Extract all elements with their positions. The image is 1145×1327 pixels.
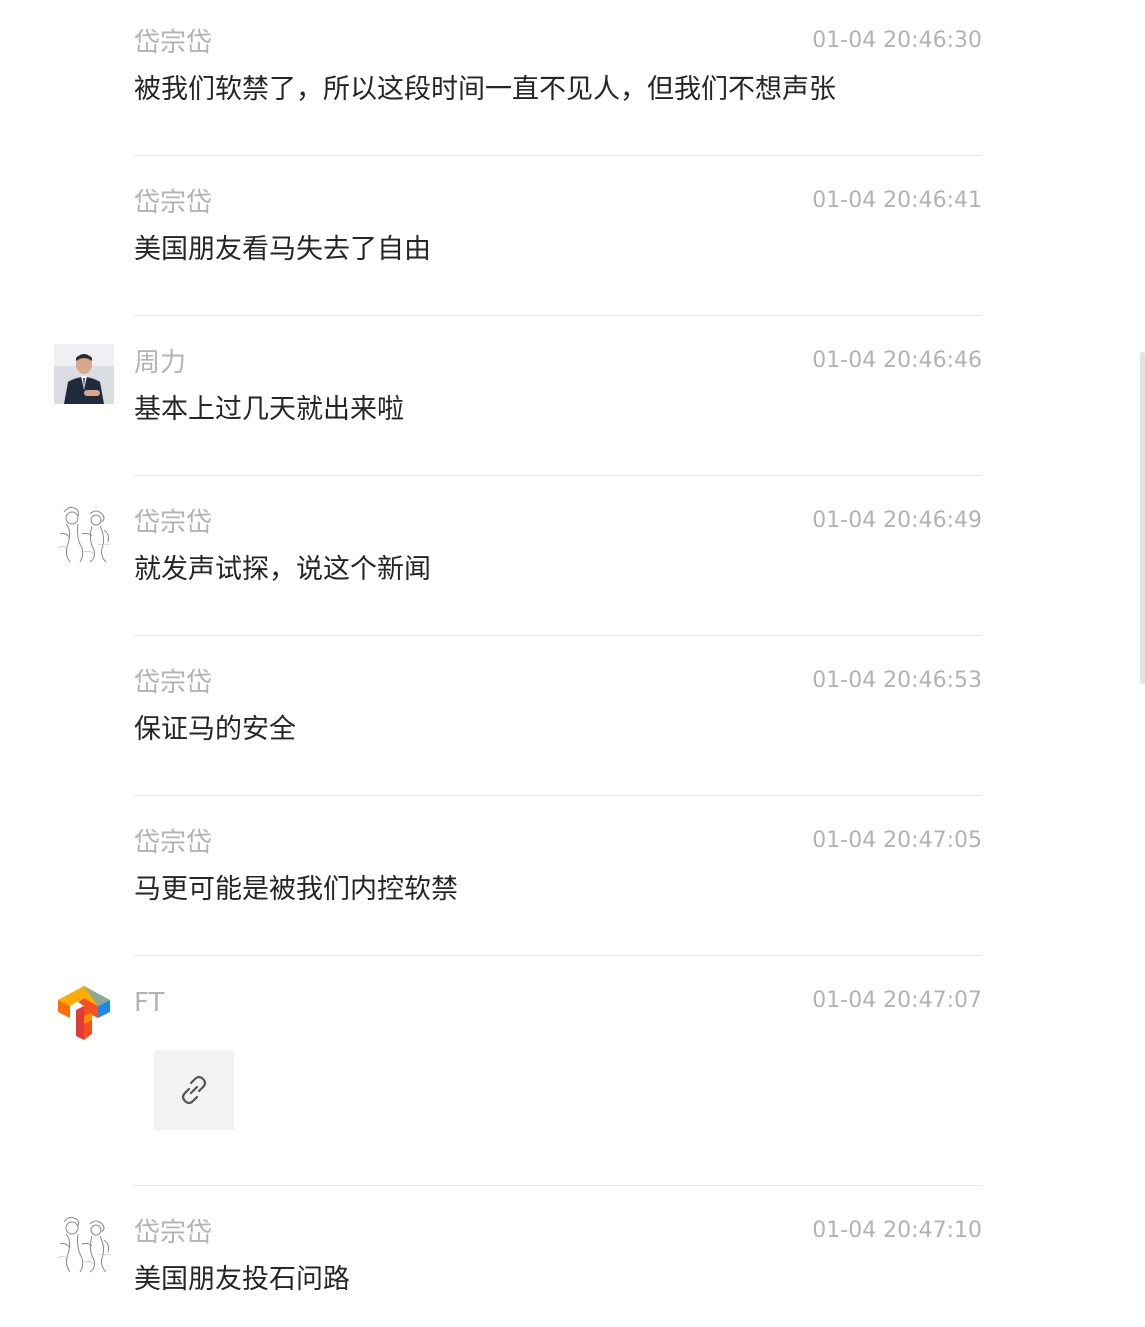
sender-name[interactable]: 岱宗岱 xyxy=(134,826,212,860)
message-divider xyxy=(134,955,982,956)
message-divider xyxy=(134,315,982,316)
man-in-suit-avatar-icon xyxy=(54,344,114,404)
message-text[interactable]: 美国朋友看马失去了自由 xyxy=(134,232,431,268)
message-timestamp: 01-04 20:46:53 xyxy=(812,668,982,693)
sender-name[interactable]: 周力 xyxy=(134,346,186,380)
message-text[interactable]: 被我们软禁了，所以这段时间一直不见人，但我们不想声张 xyxy=(134,72,836,108)
avatar-photo[interactable] xyxy=(54,344,114,404)
avatar-ft-logo[interactable] xyxy=(54,984,114,1044)
message-text[interactable]: 保证马的安全 xyxy=(134,712,296,748)
sender-name[interactable]: 岱宗岱 xyxy=(134,26,212,60)
message-timestamp: 01-04 20:47:05 xyxy=(812,828,982,853)
message-timestamp: 01-04 20:47:07 xyxy=(812,988,982,1013)
sender-name[interactable]: 岱宗岱 xyxy=(134,506,212,540)
message-divider xyxy=(134,155,982,156)
avatar-sketch[interactable] xyxy=(54,1214,114,1274)
link-icon xyxy=(181,1075,207,1105)
message-timestamp: 01-04 20:46:41 xyxy=(812,188,982,213)
message-text[interactable]: 就发声试探，说这个新闻 xyxy=(134,552,431,588)
sender-name[interactable]: 岱宗岱 xyxy=(134,1216,212,1250)
sketch-drawing-avatar-icon xyxy=(54,1214,114,1274)
message-divider xyxy=(134,795,982,796)
message-text[interactable]: 美国朋友投石问路 xyxy=(134,1262,350,1298)
avatar-sketch[interactable] xyxy=(54,504,114,564)
message-timestamp: 01-04 20:46:46 xyxy=(812,348,982,373)
message-timestamp: 01-04 20:46:49 xyxy=(812,508,982,533)
scrollbar-thumb[interactable] xyxy=(1140,352,1145,684)
sender-name[interactable]: FT xyxy=(134,986,164,1020)
message-timestamp: 01-04 20:46:30 xyxy=(812,28,982,53)
message-divider xyxy=(134,475,982,476)
sender-name[interactable]: 岱宗岱 xyxy=(134,666,212,700)
message-divider xyxy=(134,635,982,636)
ft-logo-icon xyxy=(58,986,110,1040)
message-text[interactable]: 基本上过几天就出来啦 xyxy=(134,392,404,428)
message-text[interactable]: 马更可能是被我们内控软禁 xyxy=(134,872,458,908)
message-timestamp: 01-04 20:47:10 xyxy=(812,1218,982,1243)
sender-name[interactable]: 岱宗岱 xyxy=(134,186,212,220)
chat-message-list: 岱宗岱 01-04 20:46:30 被我们软禁了，所以这段时间一直不见人，但我… xyxy=(0,0,1145,1327)
message-divider xyxy=(134,1185,982,1186)
link-attachment-card[interactable] xyxy=(154,1050,234,1130)
sketch-drawing-avatar-icon xyxy=(54,504,114,564)
